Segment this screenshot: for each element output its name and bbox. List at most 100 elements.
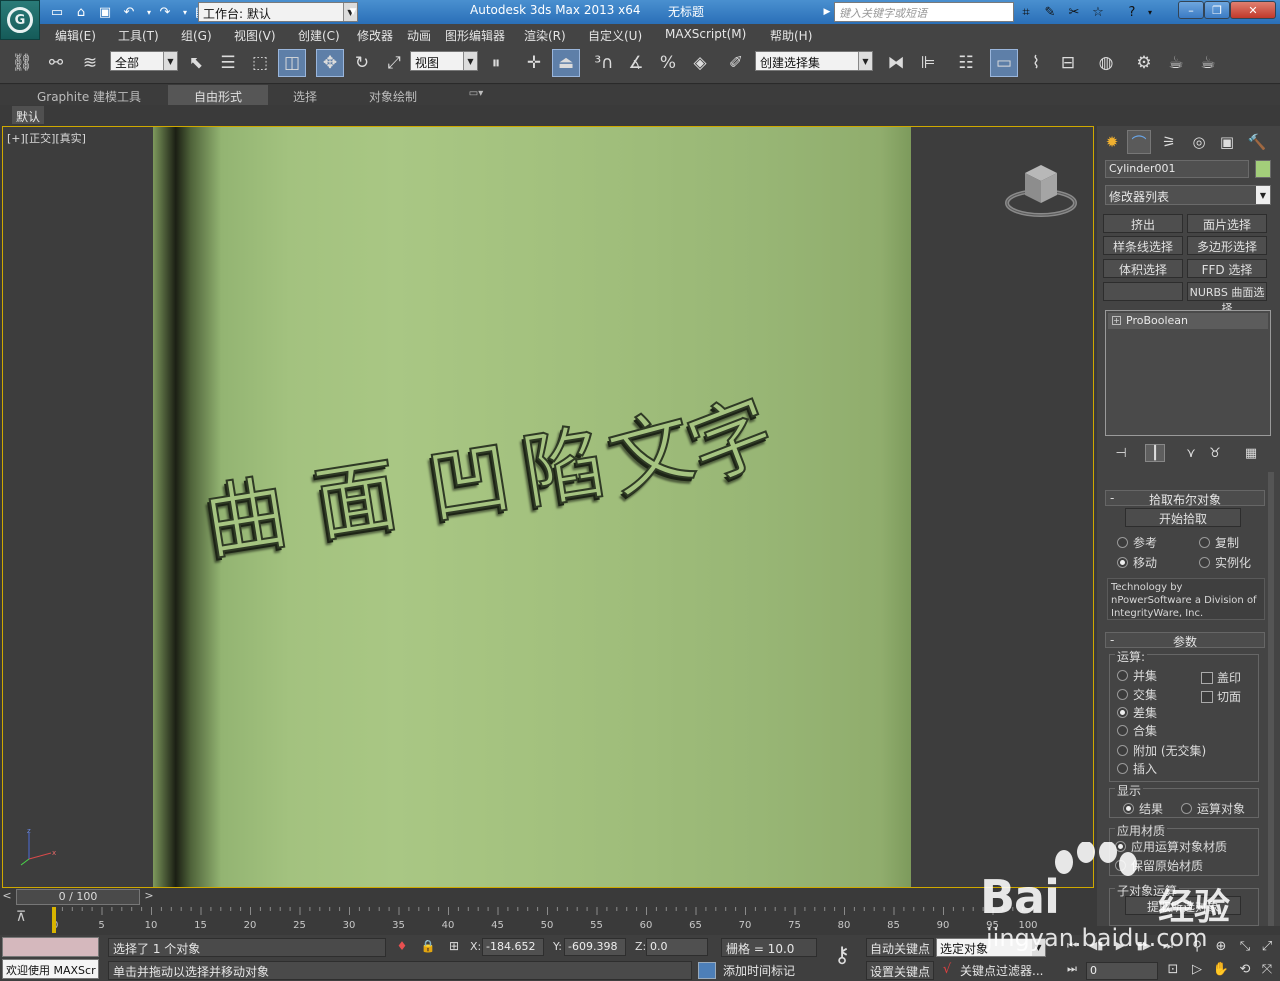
time-tag-icon[interactable] <box>698 962 716 979</box>
ribbon-options-icon[interactable]: ▭▾ <box>462 85 490 105</box>
remove-modifier-icon[interactable]: ♉ <box>1205 444 1225 462</box>
keyboard-shortcut-override-icon[interactable]: ⏏ <box>552 49 580 77</box>
search-input[interactable]: 键入关键字或短语 <box>834 2 1014 22</box>
radio-copy[interactable]: 复制 <box>1199 534 1239 551</box>
modifier-button-nurbs-surface-select[interactable]: NURBS 曲面选择 <box>1187 282 1267 315</box>
mirror-icon[interactable]: ⧓ <box>882 49 910 77</box>
menu-group[interactable]: 组(G) <box>181 27 212 44</box>
perspective-viewport[interactable]: [+][正交][真实] 曲 面 凹 陷 文 字 z x <box>2 126 1094 888</box>
key-mode-icon[interactable]: ⏭ <box>1062 962 1082 979</box>
set-key-icon[interactable]: ⚷ <box>822 943 862 973</box>
render-production-icon[interactable]: ☕ <box>1194 49 1222 77</box>
render-setup-icon[interactable]: ⚙ <box>1130 49 1158 77</box>
ribbon-panel-label[interactable]: 默认 <box>12 106 45 124</box>
select-by-name-icon[interactable]: ☰ <box>214 49 242 77</box>
workspace-select[interactable]: 工作台: 默认 ▼ <box>198 2 358 22</box>
key-selection-select[interactable]: 选定对象 ▼ <box>936 938 1046 957</box>
viewcube-icon[interactable] <box>1003 159 1079 219</box>
motion-tab-icon[interactable]: ◎ <box>1187 130 1211 154</box>
previous-frame-icon[interactable]: ◀▮ <box>1086 939 1106 956</box>
application-button[interactable]: G <box>0 0 40 40</box>
radio-apply-operand-material[interactable]: 应用运算对象材质 <box>1115 838 1227 855</box>
absolute-mode-icon[interactable]: ⊞ <box>446 939 462 955</box>
radio-subtraction[interactable]: 差集 <box>1117 704 1157 721</box>
extract-selected-button[interactable]: 提取所选对象 <box>1125 896 1241 915</box>
checkbox-cookie[interactable]: 切面 <box>1201 688 1241 705</box>
radio-reference[interactable]: 参考 <box>1117 534 1157 551</box>
zoom-all-icon[interactable]: ⊕ <box>1212 939 1230 957</box>
make-unique-icon[interactable]: ⋎ <box>1181 444 1201 462</box>
communication-center-icon[interactable]: ✂ <box>1064 3 1084 21</box>
menu-views[interactable]: 视图(V) <box>234 27 276 44</box>
x-coordinate-field[interactable]: -184.652 <box>482 938 544 956</box>
material-editor-icon[interactable]: ◍ <box>1092 49 1120 77</box>
menu-maxscript[interactable]: MAXScript(M) <box>665 27 746 41</box>
menu-help[interactable]: 帮助(H) <box>770 27 812 44</box>
add-time-tag[interactable]: 添加时间标记 <box>721 961 817 980</box>
radio-merge[interactable]: 合集 <box>1117 722 1157 739</box>
modifier-list-select[interactable]: 修改器列表 ▼ <box>1105 185 1271 205</box>
modifier-button-spline-select[interactable]: 样条线选择 <box>1103 236 1183 255</box>
select-and-rotate-icon[interactable]: ↻ <box>348 49 376 77</box>
zoom-icon[interactable]: ⚲ <box>1188 939 1206 957</box>
object-color-swatch[interactable] <box>1255 160 1271 178</box>
tab-graphite-modeling[interactable]: Graphite 建模工具 <box>30 85 148 105</box>
select-manipulate-icon[interactable]: ✛ <box>520 49 548 77</box>
radio-attach-no-intersections[interactable]: 附加 (无交集) <box>1117 742 1206 759</box>
go-to-end-icon[interactable]: ⏭ <box>1158 939 1178 956</box>
stack-item-proboolean[interactable]: + ProBoolean <box>1108 313 1268 329</box>
key-filter-curve-icon[interactable]: √ <box>938 962 956 979</box>
radio-retain-original-material[interactable]: 保留原始材质 <box>1115 857 1203 874</box>
go-to-start-icon[interactable]: ⏮ <box>1062 939 1082 956</box>
configure-modifier-sets-icon[interactable]: ▦ <box>1241 444 1261 462</box>
radio-instance[interactable]: 实例化 <box>1199 554 1251 571</box>
object-name-field[interactable]: Cylinder001 <box>1105 160 1249 178</box>
select-object-icon[interactable]: ⬉ <box>182 49 210 77</box>
field-of-view-icon[interactable]: ▷ <box>1188 962 1206 980</box>
link-icon[interactable]: ⛓ <box>8 49 36 77</box>
bind-space-warp-icon[interactable]: ≋ <box>76 49 104 77</box>
modifier-button-poly-select[interactable]: 多边形选择 <box>1187 236 1267 255</box>
auto-key-button[interactable]: 自动关键点 <box>866 938 934 957</box>
radio-union[interactable]: 并集 <box>1117 667 1157 684</box>
time-slider-thumb[interactable]: 0 / 100 <box>16 889 140 905</box>
modifier-button-ffd-select[interactable]: FFD 选择 <box>1187 259 1267 278</box>
isolate-bulb-icon[interactable]: ♦ <box>394 939 410 955</box>
pivot-center-icon[interactable]: ⏸ <box>482 49 510 77</box>
snaps-toggle-icon[interactable]: ³∩ <box>590 49 618 77</box>
reference-coordinate-select[interactable]: 视图 ▼ <box>410 51 478 71</box>
expand-plus-icon[interactable]: + <box>1112 316 1121 325</box>
menu-rendering[interactable]: 渲染(R) <box>524 27 566 44</box>
close-button[interactable]: ✕ <box>1230 1 1276 19</box>
time-slider-next-icon[interactable]: > <box>142 889 156 905</box>
checkbox-imprint[interactable]: 盖印 <box>1201 669 1241 686</box>
help-icon[interactable]: ? <box>1122 3 1142 21</box>
timeline-ruler[interactable]: 0510152025303540455055606570758085909510… <box>52 907 1042 933</box>
radio-intersection[interactable]: 交集 <box>1117 686 1157 703</box>
show-end-result-icon[interactable]: ┃ <box>1145 444 1165 462</box>
play-icon[interactable]: ▶ <box>1110 939 1130 956</box>
maxscript-welcome[interactable]: 欢迎使用 MAXScr <box>2 959 99 979</box>
select-and-move-icon[interactable]: ✥ <box>316 49 344 77</box>
radio-display-result[interactable]: 结果 <box>1123 800 1163 817</box>
modifier-button-empty[interactable] <box>1103 282 1183 301</box>
hierarchy-tab-icon[interactable]: ⚞ <box>1157 130 1181 154</box>
orbit-icon[interactable]: ⟲ <box>1236 962 1254 980</box>
z-coordinate-field[interactable]: 0.0 <box>646 938 708 956</box>
modify-tab-icon[interactable]: ⌒ <box>1127 130 1151 154</box>
angle-snap-icon[interactable]: ∡ <box>622 49 650 77</box>
maxscript-listener[interactable] <box>2 937 99 957</box>
window-crossing-icon[interactable]: ◫ <box>278 49 306 77</box>
command-panel-scrollbar[interactable] <box>1268 472 1274 926</box>
schematic-view-icon[interactable]: ⊟ <box>1054 49 1082 77</box>
rendered-frame-window-icon[interactable]: ☕ <box>1162 49 1190 77</box>
zoom-extents-icon[interactable]: ⤡ <box>1236 939 1254 957</box>
utilities-tab-hammer-icon[interactable]: 🔨 <box>1245 130 1269 154</box>
menu-modifiers[interactable]: 修改器 <box>357 27 393 44</box>
next-frame-icon[interactable]: ▮▶ <box>1134 939 1154 956</box>
curve-editor-icon[interactable]: ⌇ <box>1022 49 1050 77</box>
open-file-icon[interactable]: ⌂ <box>72 3 90 21</box>
menu-customize[interactable]: 自定义(U) <box>588 27 642 44</box>
menu-edit[interactable]: 编辑(E) <box>55 27 96 44</box>
help-dropdown-icon[interactable]: ▾ <box>1140 3 1160 21</box>
